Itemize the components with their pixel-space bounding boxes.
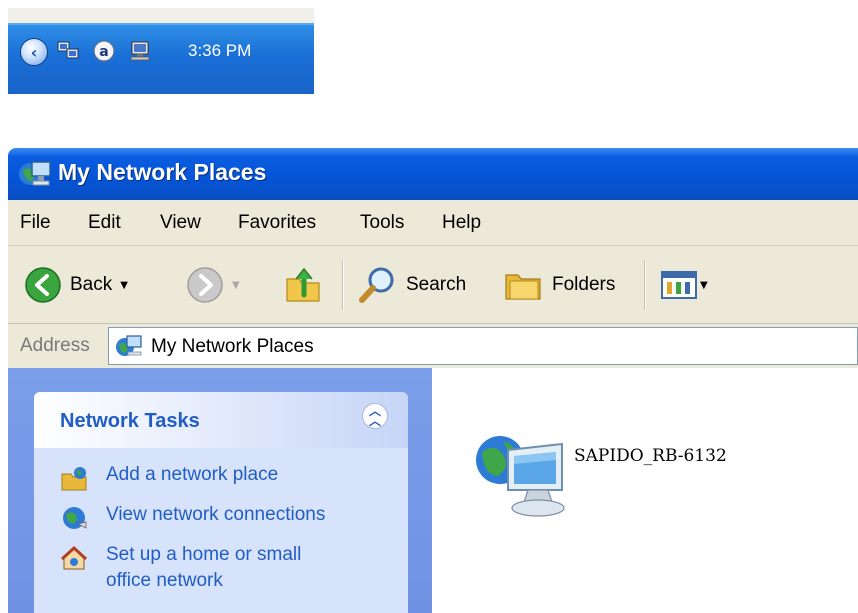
network-places-icon: [116, 335, 142, 356]
task-label: Set up a home or small office network: [106, 544, 302, 591]
app-a-icon[interactable]: a: [92, 39, 116, 63]
monitor-network-icon[interactable]: [128, 39, 152, 63]
window-title: My Network Places: [58, 159, 267, 185]
up-folder-button[interactable]: [284, 264, 322, 306]
forward-button[interactable]: ▼: [186, 264, 240, 306]
folders-icon: [505, 274, 541, 300]
task-add-network-place[interactable]: Add a network place: [60, 462, 278, 492]
address-value: My Network Places: [151, 336, 314, 357]
title-bar[interactable]: My Network Places: [8, 148, 858, 200]
menu-favorites[interactable]: Favorites: [238, 212, 316, 234]
menu-bar: File Edit View Favorites Tools Help: [8, 200, 858, 246]
network-computer-icon: [476, 436, 565, 517]
tray-clock[interactable]: 3:36 PM: [188, 41, 251, 61]
toolbar-separator: [644, 260, 646, 310]
network-item-label: SAPIDO_RB-6132: [574, 446, 727, 466]
network-item[interactable]: SAPIDO_RB-6132: [470, 428, 727, 524]
task-pane: Network Tasks ︿ ︿ Add a network place Vie…: [8, 368, 432, 613]
menu-view[interactable]: View: [160, 212, 201, 234]
network-tasks-header[interactable]: Network Tasks ︿ ︿: [34, 392, 408, 448]
views-icon: [661, 271, 697, 299]
menu-edit[interactable]: Edit: [88, 212, 121, 234]
svg-text:a: a: [99, 44, 108, 60]
network-connections-icon: [63, 507, 87, 529]
menu-help[interactable]: Help: [442, 212, 481, 234]
back-label: Back: [70, 274, 113, 295]
network-places-icon: [19, 161, 51, 186]
folders-button[interactable]: Folders: [502, 264, 615, 306]
network-tasks-title: Network Tasks: [60, 410, 200, 432]
home-network-setup-icon: [60, 545, 88, 570]
forward-arrow-icon: [187, 267, 223, 303]
address-label: Address: [20, 335, 90, 356]
back-dropdown-icon[interactable]: ▼: [120, 280, 128, 291]
show-hidden-icons-chevron-icon[interactable]: ‹: [20, 38, 48, 66]
taskbar-notification-area: ‹ a 3:36 PM: [8, 23, 314, 94]
toolbar-separator: [342, 260, 344, 310]
views-button[interactable]: ▼: [660, 264, 708, 306]
back-arrow-icon: [25, 267, 61, 303]
system-tray-crop: ‹ a 3:36 PM: [8, 8, 314, 94]
address-field[interactable]: My Network Places: [108, 327, 858, 365]
collapse-chevron-icon[interactable]: ︿ ︿: [362, 403, 388, 429]
task-label: Add a network place: [106, 464, 279, 485]
task-setup-home-network[interactable]: Set up a home or small office network: [60, 542, 346, 594]
add-network-place-icon: [61, 467, 87, 491]
address-bar: Address My Network Places: [8, 324, 858, 368]
task-view-network-connections[interactable]: View network connections: [60, 502, 325, 532]
search-magnifier-icon: [359, 267, 394, 303]
content-area: SAPIDO_RB-6132: [432, 368, 858, 613]
menu-file[interactable]: File: [20, 212, 51, 234]
task-label: View network connections: [106, 504, 326, 525]
folders-label: Folders: [552, 274, 616, 295]
search-label: Search: [406, 274, 467, 295]
up-folder-icon: [286, 267, 320, 302]
views-dropdown-icon[interactable]: ▼: [700, 280, 708, 291]
back-button[interactable]: Back ▼: [24, 264, 128, 306]
search-button[interactable]: Search: [358, 264, 466, 306]
forward-dropdown-icon[interactable]: ▼: [232, 280, 240, 291]
standard-toolbar: Back ▼ ▼ Search Folders ▼: [8, 246, 858, 324]
explorer-window: My Network Places File Edit View Favorit…: [8, 148, 858, 613]
network-tasks-panel: Network Tasks ︿ ︿ Add a network place Vie…: [34, 392, 408, 613]
network-connection-icon[interactable]: [56, 39, 80, 63]
menu-tools[interactable]: Tools: [360, 212, 404, 234]
